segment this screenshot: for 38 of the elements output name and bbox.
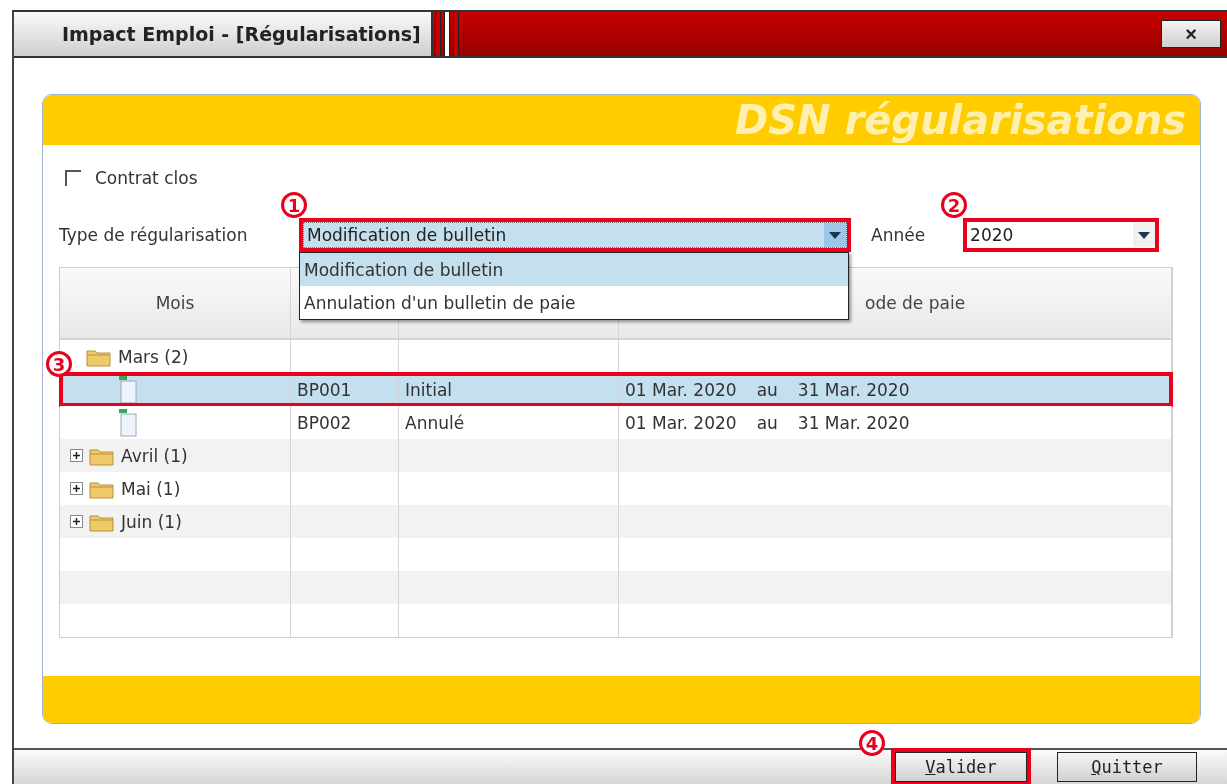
annotation-badge: 3 [46, 351, 72, 377]
annotation-badge: 4 [859, 730, 885, 756]
type-select[interactable]: Modification de bulletin [303, 222, 847, 248]
table-row[interactable]: BP001 Initial 01 Mar. 2020 au 31 Mar. 2020 [60, 373, 1172, 406]
document-icon [116, 407, 138, 438]
expand-icon[interactable] [70, 482, 83, 495]
annotation-badge: 1 [281, 192, 307, 218]
table-cell: 31 Mar. 2020 [797, 379, 910, 400]
table-cell: Initial [405, 379, 453, 400]
table-cell: 01 Mar. 2020 [625, 379, 737, 400]
table-cell: 01 Mar. 2020 [625, 412, 737, 433]
checkbox-label: Contrat clos [95, 168, 198, 188]
tree-node[interactable]: Avril (1) [70, 445, 188, 466]
dropdown-option[interactable]: Annulation d'un bulletin de paie [300, 286, 848, 319]
expand-icon[interactable] [70, 449, 83, 462]
table-cell: au [756, 412, 778, 433]
caret-icon [829, 231, 841, 239]
annotation-badge: 2 [941, 192, 968, 218]
field-label: Type de régularisation [59, 225, 249, 245]
window-title: Impact Emploi - [Régularisations] [62, 23, 421, 45]
field-label: Année [871, 225, 926, 245]
dropdown-option[interactable]: Modification de bulletin [300, 253, 848, 286]
dialog-button[interactable]: Quitter [1057, 752, 1197, 782]
panel-title: DSN régularisations [735, 97, 1186, 143]
table-row[interactable]: BP002 Annulé 01 Mar. 2020 au 31 Mar. 2020 [60, 406, 1172, 439]
table-cell: Annulé [405, 412, 465, 433]
tree-node[interactable]: Mars (2) [86, 346, 189, 367]
document-icon [116, 374, 138, 405]
table-cell: BP002 [297, 412, 352, 433]
column-header: Mois [60, 268, 291, 340]
expand-icon[interactable] [70, 515, 83, 528]
caret-icon [1138, 231, 1151, 239]
table-cell: au [756, 379, 778, 400]
table-cell: BP001 [297, 379, 352, 400]
close-button[interactable]: × [1161, 20, 1221, 48]
table-cell: 31 Mar. 2020 [797, 412, 910, 433]
tree-node[interactable]: Mai (1) [70, 478, 181, 499]
tree-node[interactable]: Juin (1) [70, 511, 182, 532]
